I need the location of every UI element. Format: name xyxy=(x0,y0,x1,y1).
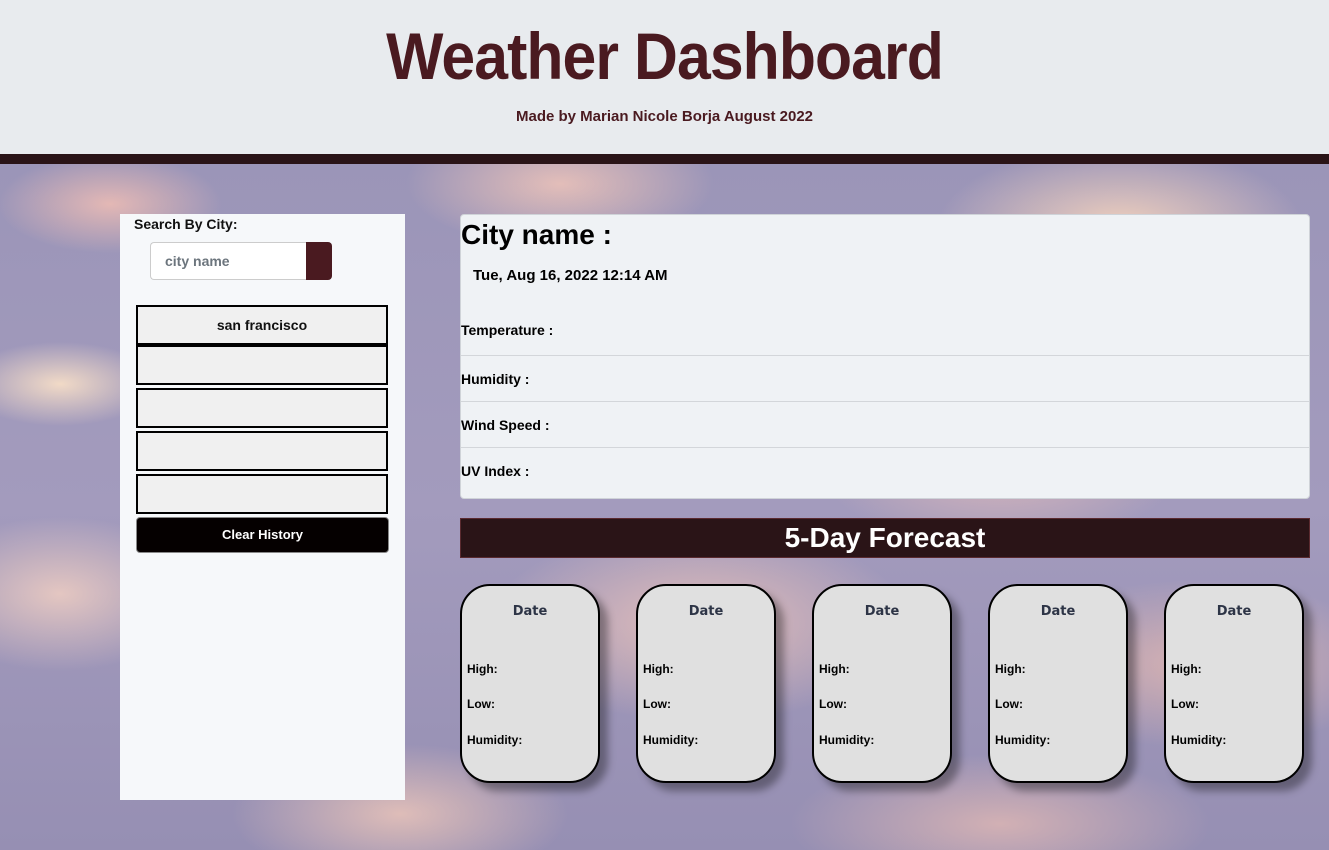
forecast-low: Low: xyxy=(467,697,495,711)
forecast-low: Low: xyxy=(643,697,671,711)
forecast-day-card: Date High: Low: Humidity: xyxy=(1164,584,1304,783)
header-divider xyxy=(0,154,1329,164)
history-item[interactable] xyxy=(136,388,388,428)
forecast-low: Low: xyxy=(995,697,1023,711)
forecast-date: Date xyxy=(864,604,900,619)
history-item[interactable] xyxy=(136,474,388,514)
search-sidebar: Search By City: san francisco Clear Hist… xyxy=(120,214,405,800)
forecast-low: Low: xyxy=(819,697,847,711)
forecast-date: Date xyxy=(688,604,724,619)
search-input[interactable] xyxy=(150,242,308,280)
forecast-high: High: xyxy=(995,662,1026,676)
forecast-day-card: Date High: Low: Humidity: xyxy=(988,584,1128,783)
forecast-date: Date xyxy=(1216,604,1252,619)
forecast-date: Date xyxy=(1040,604,1076,619)
humidity-row: Humidity : xyxy=(461,355,1309,401)
forecast-humidity: Humidity: xyxy=(819,733,875,747)
city-name: City name : xyxy=(461,219,612,250)
history-item-san-francisco[interactable]: san francisco xyxy=(136,305,388,345)
current-weather-card: City name : Tue, Aug 16, 2022 12:14 AM T… xyxy=(460,214,1310,499)
clear-history-button[interactable]: Clear History xyxy=(136,517,389,553)
temperature-row: Temperature : xyxy=(461,322,554,338)
forecast-low: Low: xyxy=(1171,697,1199,711)
uv-index-row: UV Index : xyxy=(461,447,1309,493)
forecast-humidity: Humidity: xyxy=(1171,733,1227,747)
history-item[interactable] xyxy=(136,431,388,471)
forecast-humidity: Humidity: xyxy=(643,733,699,747)
page-byline: Made by Marian Nicole Borja August 2022 xyxy=(515,108,814,125)
forecast-high: High: xyxy=(467,662,498,676)
history-item[interactable] xyxy=(136,345,388,385)
forecast-high: High: xyxy=(1171,662,1202,676)
wind-speed-row: Wind Speed : xyxy=(461,401,1309,447)
forecast-day-card: Date High: Low: Humidity: xyxy=(636,584,776,783)
forecast-humidity: Humidity: xyxy=(995,733,1051,747)
page-title: Weather Dashboard xyxy=(386,19,944,93)
forecast-high: High: xyxy=(819,662,850,676)
forecast-heading: 5-Day Forecast xyxy=(460,518,1310,558)
search-button[interactable] xyxy=(306,242,332,280)
current-datetime: Tue, Aug 16, 2022 12:14 AM xyxy=(473,267,668,284)
forecast-date: Date xyxy=(512,604,548,619)
page-header: Weather Dashboard Made by Marian Nicole … xyxy=(0,0,1329,154)
forecast-humidity: Humidity: xyxy=(467,733,523,747)
forecast-day-card: Date High: Low: Humidity: xyxy=(812,584,952,783)
forecast-day-card: Date High: Low: Humidity: xyxy=(460,584,600,783)
search-label: Search By City: xyxy=(134,216,238,232)
forecast-high: High: xyxy=(643,662,674,676)
